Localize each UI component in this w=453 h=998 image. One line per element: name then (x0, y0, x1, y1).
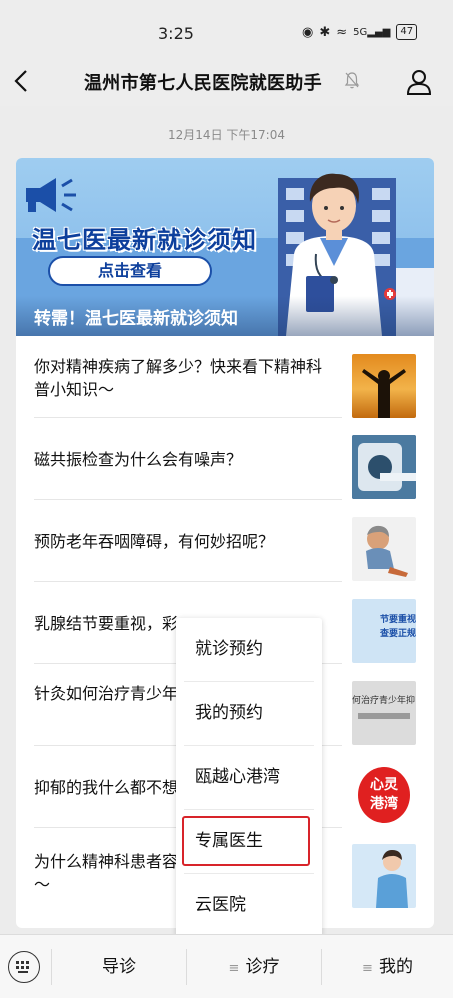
article-title: 预防老年吞咽障碍，有何妙招呢？ (34, 532, 275, 551)
menu-tab-mine[interactable]: ≡ 我的 (322, 935, 453, 998)
article-thumbnail (352, 844, 416, 908)
message-timestamp: 12月14日 下午17:04 (168, 128, 285, 142)
person-silhouette-image (362, 369, 406, 418)
thumb-bar (358, 713, 410, 719)
back-icon[interactable] (8, 66, 36, 96)
submenu-icon: ≡ (228, 961, 240, 976)
status-bar: 3:25 ◉ ✱ ≈ 5G▂▄▆ 47 (0, 0, 453, 62)
heart-harbor-logo: 心灵 港湾 (358, 767, 410, 823)
keyboard-icon (16, 961, 29, 973)
bluetooth-icon: ✱ (319, 24, 331, 40)
banner-caption: 转需！温七医最新就诊须知 (34, 309, 238, 329)
banner-caption-bar: 转需！温七医最新就诊须知 (16, 296, 434, 336)
banner-headline: 温七医最新就诊须知 (32, 226, 257, 254)
wifi-icon: ≈ (336, 24, 348, 40)
menu-tab-label: 导诊 (102, 957, 136, 977)
menu-tab-treatment[interactable]: ≡ 诊疗 (187, 935, 321, 998)
article-thumbnail: 何治疗青少年抑 (352, 681, 416, 745)
menu-item-appointment[interactable]: 就诊预约 (176, 618, 322, 681)
menu-tab-label: 我的 (378, 957, 413, 977)
article-thumbnail: 节要重视 查要正规 (352, 599, 416, 663)
megaphone-icon (26, 178, 76, 212)
submenu-icon: ≡ (362, 961, 373, 976)
service-menu-popup: 就诊预约 我的预约 瓯越心港湾 专属医生 云医院 (176, 618, 322, 938)
menu-tab-guide[interactable]: 导诊 (52, 935, 186, 998)
mri-machine-image (352, 435, 416, 499)
list-item[interactable]: 磁共振检查为什么会有噪声？ (16, 418, 434, 500)
article-thumbnail: 心灵 港湾 (352, 763, 416, 827)
logo-text: 心灵 (370, 777, 398, 793)
article-thumbnail (352, 517, 416, 581)
bottom-menu-bar: 导诊 ≡ 诊疗 ≡ 我的 (0, 934, 453, 998)
thumb-text: 查要正规 (379, 629, 416, 639)
menu-item-cloud-hospital[interactable]: 云医院 (176, 874, 322, 937)
status-icons: ◉ ✱ ≈ 5G▂▄▆ 47 (302, 22, 418, 42)
signal-icon: 5G▂▄▆ (353, 26, 391, 38)
article-thumbnail (352, 354, 416, 418)
article-title: 你对精神疾病了解多少？快来看下精神科普小知识～ (34, 357, 323, 399)
nav-bar: 温州市第七人民医院就医助手 (0, 58, 453, 106)
menu-item-ouyue-harbor[interactable]: 瓯越心港湾 (176, 746, 322, 809)
logo-text: 港湾 (370, 796, 398, 812)
banner-view-button[interactable]: 点击查看 (48, 256, 212, 286)
status-time: 3:25 (158, 24, 194, 43)
thumb-text: 节要重视 (379, 615, 416, 625)
menu-item-my-appointments[interactable]: 我的预约 (176, 682, 322, 745)
mute-icon (344, 72, 360, 89)
nurse-image (376, 850, 408, 908)
list-item[interactable]: 你对精神疾病了解多少？快来看下精神科普小知识～ (16, 336, 434, 418)
profile-icon[interactable] (404, 67, 434, 97)
highlight-box (182, 816, 310, 866)
thumb-text: 何治疗青少年抑 (352, 696, 416, 706)
article-title: 磁共振检查为什么会有噪声？ (34, 450, 243, 469)
elderly-cartoon-image (366, 525, 408, 577)
eye-icon: ◉ (302, 24, 314, 40)
menu-tab-label: 诊疗 (245, 957, 280, 977)
chat-title: 温州市第七人民医院就医助手 (84, 73, 322, 94)
banner[interactable]: 温七医最新就诊须知 点击查看 转需！温七医最新就诊须知 (16, 158, 434, 336)
battery-icon: 47 (396, 24, 418, 40)
list-item[interactable]: 预防老年吞咽障碍，有何妙招呢？ (16, 500, 434, 582)
article-thumbnail (352, 435, 416, 499)
keyboard-toggle-button[interactable] (8, 951, 40, 983)
